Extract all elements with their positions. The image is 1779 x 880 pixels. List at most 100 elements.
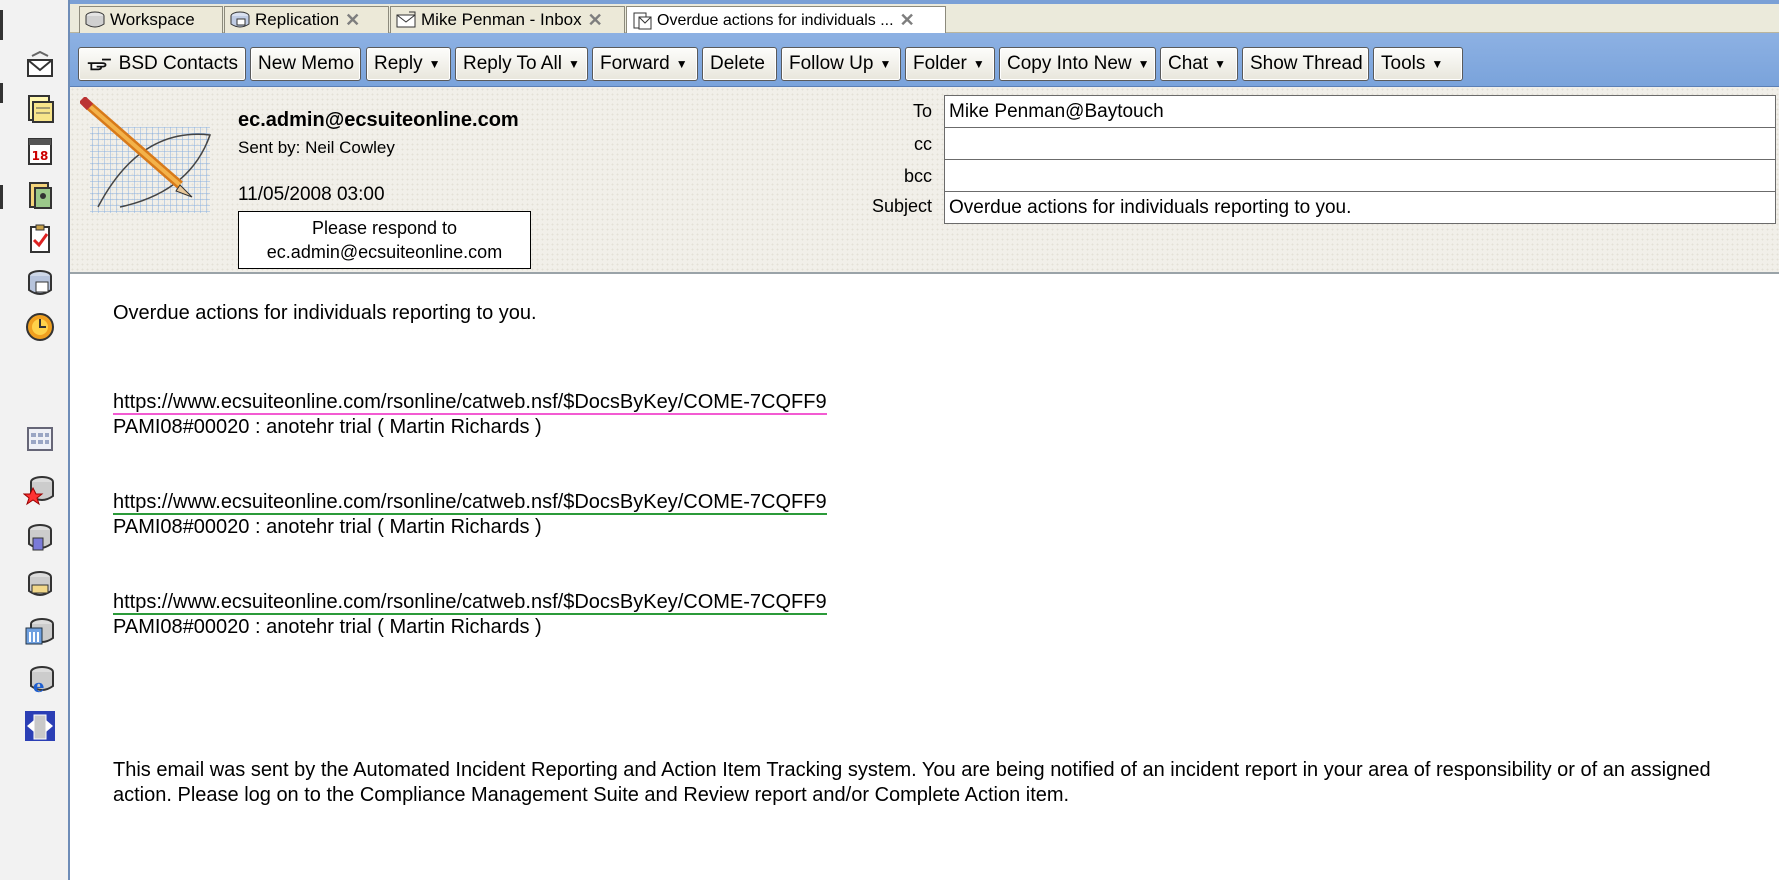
- chevron-down-icon: ▼: [1431, 57, 1444, 71]
- svg-text:e: e: [33, 676, 44, 696]
- tab-label: Mike Penman - Inbox: [421, 10, 582, 29]
- workspace-icon: [85, 11, 105, 28]
- reply-to-all-button[interactable]: Reply To All ▼: [455, 47, 588, 81]
- tab-strip: Workspace Replication ✕ Mike Penman - In…: [70, 0, 1779, 34]
- bookmark-dock: 18 e: [0, 0, 70, 880]
- new-memo-button[interactable]: New Memo: [250, 47, 361, 81]
- bcc-label: bcc: [903, 166, 932, 186]
- bcc-label-row: bcc: [780, 164, 932, 194]
- action-item: https://www.ecsuiteonline.com/rsonline/c…: [113, 389, 827, 416]
- calendar-grid-icon[interactable]: [21, 420, 59, 458]
- action-link[interactable]: https://www.ecsuiteonline.com/rsonline/c…: [113, 591, 827, 615]
- cc-label-row: cc: [780, 132, 932, 162]
- to-field[interactable]: Mike Penman@Baytouch: [944, 95, 1776, 128]
- tab-label: Replication: [255, 10, 340, 29]
- reply-button[interactable]: Reply ▼: [366, 47, 451, 81]
- dock-marker: [0, 83, 3, 103]
- folder-label: Folder: [913, 53, 967, 74]
- sender-address: ec.admin@ecsuiteonline.com: [238, 109, 519, 131]
- action-item: https://www.ecsuiteonline.com/rsonline/c…: [113, 589, 827, 616]
- chevron-down-icon: ▼: [567, 57, 580, 71]
- action-description: PAMI08#00020 : anotehr trial ( Martin Ri…: [113, 616, 542, 638]
- replicator-icon[interactable]: [21, 264, 59, 302]
- tools-button[interactable]: Tools ▼: [1373, 47, 1463, 81]
- chevron-down-icon: ▼: [428, 57, 441, 71]
- respond-to-line: Please respond to: [311, 218, 458, 238]
- todo-icon[interactable]: [21, 220, 59, 258]
- tab-label: Overdue actions for individuals ...: [657, 11, 894, 29]
- letterhead-pencil-graph-icon: [80, 97, 212, 213]
- contacts-icon[interactable]: [21, 176, 59, 214]
- internet-icon[interactable]: e: [21, 660, 59, 698]
- tab-strip-accent: [70, 0, 1779, 4]
- chat-button[interactable]: Chat ▼: [1160, 47, 1238, 81]
- tab-inbox[interactable]: Mike Penman - Inbox ✕: [390, 6, 625, 33]
- mail-icon: [396, 11, 416, 28]
- follow-up-button[interactable]: Follow Up ▼: [781, 47, 901, 81]
- sent-by: Sent by: Neil Cowley: [238, 138, 395, 157]
- tab-label: Workspace: [110, 10, 195, 29]
- close-icon[interactable]: ✕: [588, 10, 603, 31]
- mail-icon[interactable]: [21, 90, 59, 128]
- to-label-row: To: [780, 99, 932, 129]
- chat-label: Chat: [1168, 53, 1209, 74]
- copy-into-new-label: Copy Into New: [1007, 53, 1132, 74]
- memo-header: ec.admin@ecsuiteonline.com Sent by: Neil…: [70, 87, 1779, 274]
- dock-marker: [0, 185, 3, 209]
- cc-label: cc: [914, 134, 932, 154]
- system-notice: This email was sent by the Automated Inc…: [113, 759, 1711, 806]
- respond-to-box: Please respond to ec.admin@ecsuiteonline…: [238, 211, 531, 269]
- new-memo-label: New Memo: [258, 53, 355, 74]
- tab-replication[interactable]: Replication ✕: [224, 6, 389, 33]
- reply-label: Reply: [374, 53, 423, 74]
- document-icon: [633, 12, 652, 29]
- svg-text:18: 18: [32, 149, 49, 163]
- action-link[interactable]: https://www.ecsuiteonline.com/rsonline/c…: [113, 491, 827, 515]
- close-icon[interactable]: ✕: [900, 10, 915, 31]
- copy-into-new-button[interactable]: Copy Into New ▼: [999, 47, 1156, 81]
- chevron-down-icon: ▼: [675, 57, 688, 71]
- bsd-contacts-button[interactable]: BSD Contacts: [78, 47, 246, 81]
- respond-to-address: ec.admin@ecsuiteonline.com: [266, 242, 503, 262]
- sametime-icon[interactable]: [21, 308, 59, 346]
- delete-label: Delete: [710, 53, 765, 74]
- folder-button[interactable]: Folder ▼: [905, 47, 995, 81]
- action-toolbar: BSD Contacts New Memo Reply ▼ Reply To Al…: [70, 33, 1779, 87]
- folder-icon[interactable]: [21, 565, 59, 603]
- tab-overdue-actions[interactable]: Overdue actions for individuals ... ✕: [626, 6, 946, 34]
- reply-to-all-label: Reply To All: [463, 53, 562, 74]
- chevron-down-icon: ▼: [1137, 57, 1150, 71]
- database-icon[interactable]: [21, 518, 59, 556]
- action-link[interactable]: https://www.ecsuiteonline.com/rsonline/c…: [113, 391, 827, 415]
- home-icon[interactable]: [21, 48, 59, 86]
- bcc-field[interactable]: [944, 159, 1776, 192]
- body-intro: Overdue actions for individuals reportin…: [113, 302, 537, 324]
- to-label: To: [912, 101, 932, 121]
- bookmarks-icon[interactable]: [21, 612, 59, 650]
- action-description: PAMI08#00020 : anotehr trial ( Martin Ri…: [113, 416, 542, 438]
- cc-field[interactable]: [944, 127, 1776, 160]
- delete-button[interactable]: Delete: [702, 47, 777, 81]
- subject-label-row: Subject: [780, 194, 932, 224]
- tools-label: Tools: [1381, 53, 1426, 74]
- subject-label: Subject: [871, 196, 932, 216]
- show-thread-label: Show Thread: [1250, 53, 1363, 74]
- exit-icon[interactable]: [21, 707, 59, 745]
- bsd-contacts-label: BSD Contacts: [118, 53, 238, 74]
- replication-icon: [230, 11, 250, 28]
- favorites-icon[interactable]: [21, 470, 59, 508]
- close-icon[interactable]: ✕: [345, 10, 360, 31]
- dock-marker: [0, 10, 3, 40]
- show-thread-button[interactable]: Show Thread: [1242, 47, 1369, 81]
- tab-workspace[interactable]: Workspace: [79, 6, 223, 33]
- forward-button[interactable]: Forward ▼: [592, 47, 698, 81]
- chevron-down-icon: ▼: [879, 57, 892, 71]
- action-description: PAMI08#00020 : anotehr trial ( Martin Ri…: [113, 516, 542, 538]
- subject-field[interactable]: Overdue actions for individuals reportin…: [944, 191, 1776, 224]
- forward-label: Forward: [600, 53, 670, 74]
- calendar-icon[interactable]: 18: [21, 132, 59, 170]
- action-item: https://www.ecsuiteonline.com/rsonline/c…: [113, 489, 827, 516]
- chevron-down-icon: ▼: [972, 57, 985, 71]
- pointing-hand-icon: [87, 58, 111, 71]
- follow-up-label: Follow Up: [789, 53, 874, 74]
